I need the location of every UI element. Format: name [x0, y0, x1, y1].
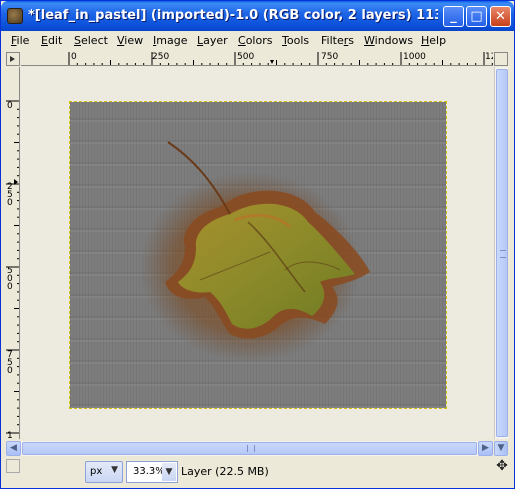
vruler-label: 500: [7, 266, 13, 292]
grip-icon: [500, 250, 506, 258]
vruler-label: 1: [7, 431, 13, 439]
menu-tools[interactable]: Tools: [282, 34, 309, 47]
hruler-label: 750: [321, 52, 339, 62]
menu-filters[interactable]: Filters: [321, 34, 354, 47]
scroll-left-icon[interactable]: ◀: [6, 441, 21, 456]
image-boundary: [69, 101, 447, 409]
pointer-marker-icon: [270, 60, 274, 64]
menu-file[interactable]: File: [11, 34, 29, 47]
hruler-label: 0: [71, 52, 77, 62]
vertical-scrollbar[interactable]: [494, 67, 508, 439]
unit-value: px: [90, 466, 103, 477]
hruler-label: 1000: [403, 52, 426, 62]
canvas-area[interactable]: [21, 67, 493, 439]
unit-select[interactable]: px ▼: [85, 461, 123, 483]
menu-help[interactable]: Help: [421, 34, 446, 47]
hruler-label: 500: [237, 52, 255, 62]
zoom-combo[interactable]: 33.3% ▼: [126, 461, 178, 483]
zoom-fit-button[interactable]: [494, 52, 508, 66]
navigate-cross-icon[interactable]: ✥: [495, 459, 509, 473]
close-button[interactable]: ✕: [490, 6, 511, 27]
leaf-artwork: [140, 141, 370, 362]
vruler-label: 0: [7, 101, 13, 111]
maximize-button[interactable]: □: [466, 6, 487, 27]
menu-colors[interactable]: Colors: [238, 34, 272, 47]
image-window: *[leaf_in_pastel] (imported)-1.0 (RGB co…: [0, 0, 515, 489]
chevron-down-icon[interactable]: ▼: [162, 463, 176, 481]
hruler-label: 12: [485, 52, 493, 62]
menu-image[interactable]: Image: [153, 34, 187, 47]
vruler-label: 750: [7, 350, 13, 376]
menu-view[interactable]: View: [117, 34, 143, 47]
chevron-down-icon: ▼: [111, 465, 118, 475]
leaf-pastel-image[interactable]: [70, 102, 446, 408]
status-layer-info: Layer (22.5 MB): [181, 465, 269, 478]
vertical-ruler[interactable]: 0 250 500 750 1: [6, 67, 20, 439]
menu-windows[interactable]: Windows: [364, 34, 413, 47]
hruler-label: 250: [152, 52, 170, 62]
menu-select[interactable]: Select: [74, 34, 108, 47]
gimp-icon[interactable]: [7, 8, 23, 24]
horizontal-scroll-thumb[interactable]: [22, 442, 477, 455]
scroll-right-icon[interactable]: ▶: [478, 441, 493, 456]
title-bar[interactable]: *[leaf_in_pastel] (imported)-1.0 (RGB co…: [1, 1, 514, 31]
zoom-value[interactable]: 33.3%: [133, 466, 165, 477]
ruler-menu-button[interactable]: [6, 52, 20, 66]
vruler-label: 250: [7, 182, 13, 208]
vertical-ruler-ticks: [6, 100, 19, 434]
menu-edit[interactable]: Edit: [41, 34, 62, 47]
menu-bar: File Edit Select View Image Layer Colors…: [1, 32, 514, 50]
grip-icon: [247, 445, 255, 452]
quick-mask-icon[interactable]: [6, 459, 20, 473]
window-title: *[leaf_in_pastel] (imported)-1.0 (RGB co…: [28, 8, 438, 23]
vertical-scroll-thumb[interactable]: [496, 69, 508, 437]
minimize-button[interactable]: _: [443, 6, 464, 27]
horizontal-ruler[interactable]: 0 250 500 750 1000 12: [21, 52, 493, 66]
menu-layer[interactable]: Layer: [197, 34, 228, 47]
triangle-right-icon: [10, 56, 15, 62]
scroll-down-icon[interactable]: ▼: [494, 441, 508, 456]
horizontal-scrollbar[interactable]: ◀ ▶: [6, 441, 493, 456]
